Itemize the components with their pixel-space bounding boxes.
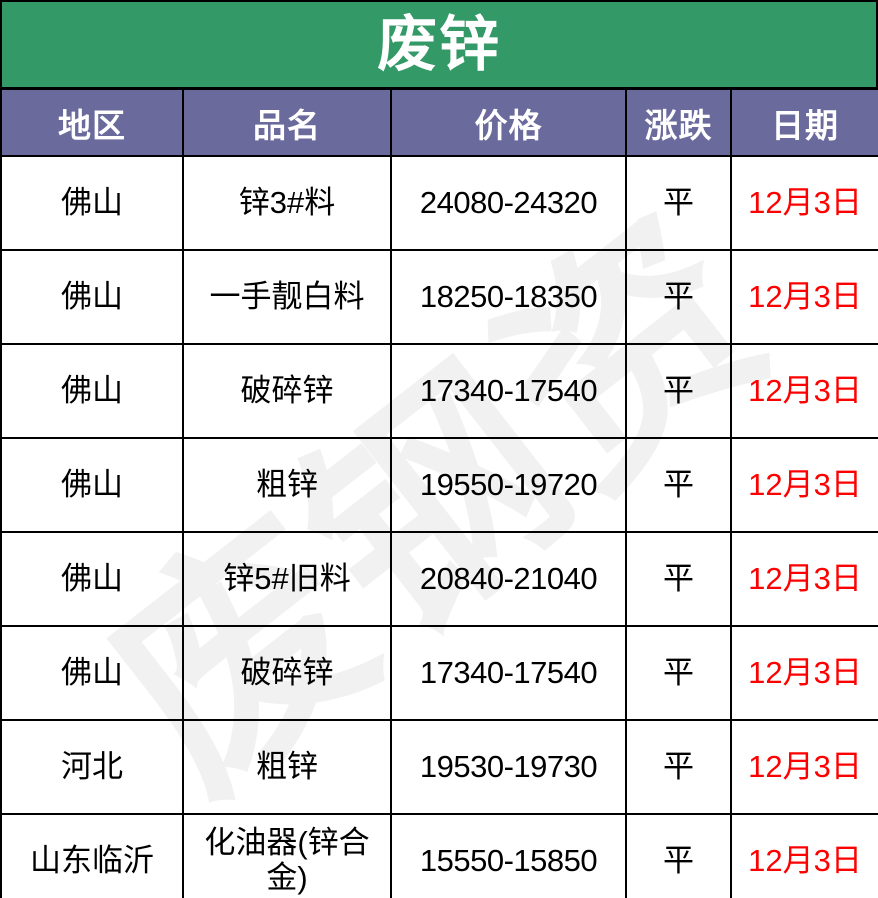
cell-change: 平 (625, 813, 732, 898)
page-title: 废锌 (377, 9, 501, 80)
cell-change: 平 (625, 625, 732, 721)
cell-product: 破碎锌 (182, 625, 392, 721)
table-row: 佛山 一手靓白料 18250-18350 平 12月3日 (0, 249, 878, 345)
cell-product: 一手靓白料 (182, 249, 392, 345)
cell-date: 12月3日 (730, 249, 878, 345)
cell-region: 佛山 (0, 437, 184, 533)
column-header-region[interactable]: 地区 (0, 88, 184, 157)
cell-product: 粗锌 (182, 719, 392, 815)
column-header-change[interactable]: 涨跌 (625, 88, 732, 157)
cell-change: 平 (625, 343, 732, 439)
cell-region: 佛山 (0, 625, 184, 721)
cell-change: 平 (625, 437, 732, 533)
table-row: 佛山 破碎锌 17340-17540 平 12月3日 (0, 343, 878, 439)
cell-change: 平 (625, 249, 732, 345)
cell-region: 佛山 (0, 155, 184, 251)
table-header: 地区 品名 价格 涨跌 日期 (0, 88, 878, 157)
cell-region: 佛山 (0, 249, 184, 345)
cell-product: 锌3#料 (182, 155, 392, 251)
table-row: 佛山 粗锌 19550-19720 平 12月3日 (0, 437, 878, 533)
cell-date: 12月3日 (730, 719, 878, 815)
table-row: 佛山 破碎锌 17340-17540 平 12月3日 (0, 625, 878, 721)
table-row: 佛山 锌5#旧料 20840-21040 平 12月3日 (0, 531, 878, 627)
cell-date: 12月3日 (730, 625, 878, 721)
cell-change: 平 (625, 155, 732, 251)
cell-price: 15550-15850 (390, 813, 627, 898)
price-table: 地区 品名 价格 涨跌 日期 佛山 锌3#料 24080-24320 平 12月3日 佛山… (0, 88, 878, 898)
cell-price: 20840-21040 (390, 531, 627, 627)
cell-region: 山东临沂 (0, 813, 184, 898)
cell-product: 破碎锌 (182, 343, 392, 439)
cell-product: 化油器(锌合金) (182, 813, 392, 898)
cell-date: 12月3日 (730, 813, 878, 898)
table-row: 山东临沂 化油器(锌合金) 15550-15850 平 12月3日 (0, 813, 878, 898)
cell-price: 18250-18350 (390, 249, 627, 345)
cell-change: 平 (625, 719, 732, 815)
table-header-row: 地区 品名 价格 涨跌 日期 (0, 88, 878, 157)
cell-product: 锌5#旧料 (182, 531, 392, 627)
cell-price: 17340-17540 (390, 343, 627, 439)
cell-price: 19530-19730 (390, 719, 627, 815)
cell-date: 12月3日 (730, 343, 878, 439)
column-header-product[interactable]: 品名 (182, 88, 392, 157)
cell-region: 河北 (0, 719, 184, 815)
cell-price: 19550-19720 (390, 437, 627, 533)
table-row: 佛山 锌3#料 24080-24320 平 12月3日 (0, 155, 878, 251)
table-row: 河北 粗锌 19530-19730 平 12月3日 (0, 719, 878, 815)
cell-date: 12月3日 (730, 437, 878, 533)
cell-date: 12月3日 (730, 155, 878, 251)
cell-region: 佛山 (0, 531, 184, 627)
scrap-zinc-price-sheet: 废钢资 废锌 地区 品名 价格 涨跌 日期 佛山 锌3#料 24080-24320 平… (0, 0, 878, 898)
cell-change: 平 (625, 531, 732, 627)
cell-date: 12月3日 (730, 531, 878, 627)
sheet-title-banner: 废锌 (0, 0, 878, 88)
cell-price: 17340-17540 (390, 625, 627, 721)
cell-region: 佛山 (0, 343, 184, 439)
cell-product: 粗锌 (182, 437, 392, 533)
column-header-date[interactable]: 日期 (730, 88, 878, 157)
column-header-price[interactable]: 价格 (390, 88, 627, 157)
cell-price: 24080-24320 (390, 155, 627, 251)
table-body: 佛山 锌3#料 24080-24320 平 12月3日 佛山 一手靓白料 18250-1835… (0, 155, 878, 898)
